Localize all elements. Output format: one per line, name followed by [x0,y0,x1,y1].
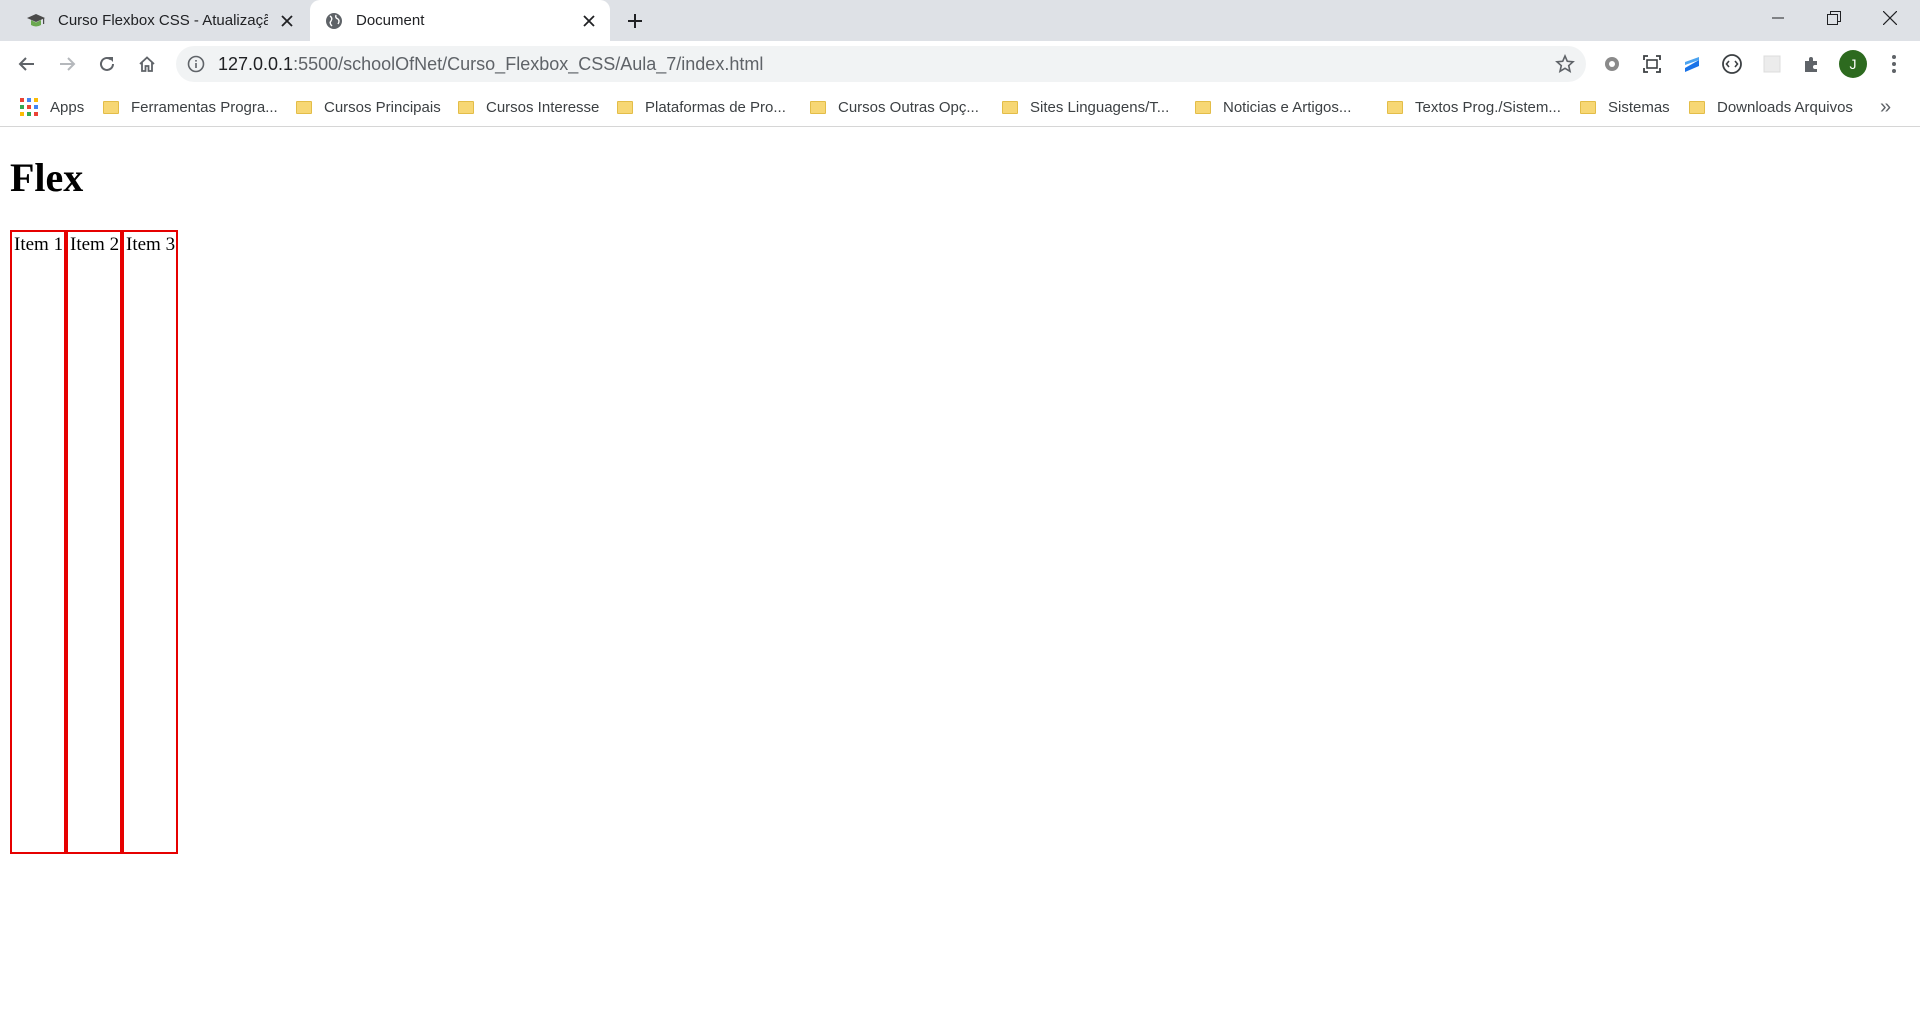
bookmark-folder[interactable]: Downloads Arquivos [1689,87,1853,127]
close-window-button[interactable] [1862,0,1918,36]
address-bar[interactable]: 127.0.0.1:5500/schoolOfNet/Curso_Flexbox… [176,46,1586,82]
bookmark-label: Downloads Arquivos [1717,98,1853,116]
tab-curso-flexbox[interactable]: Curso Flexbox CSS - Atualização [12,0,308,41]
bookmark-label: Sites Linguagens/T... [1030,98,1170,116]
bookmark-folder[interactable]: Cursos Interesse [458,87,599,127]
tab-strip: Curso Flexbox CSS - Atualização Document [0,0,1920,41]
bookmark-label: Sistemas [1608,98,1670,116]
graduation-cap-icon [26,11,46,31]
bookmark-folder[interactable]: Plataformas de Pro... [617,87,786,127]
flex-item: Item 1 [10,230,66,854]
flex-item: Item 3 [122,230,178,854]
new-tab-button[interactable] [622,8,648,34]
extensions-puzzle-icon[interactable] [1798,50,1826,78]
browser-toolbar: 127.0.0.1:5500/schoolOfNet/Curso_Flexbox… [0,41,1920,87]
profile-avatar[interactable]: J [1839,50,1867,78]
minimize-button[interactable] [1750,0,1806,36]
tab-title: Curso Flexbox CSS - Atualização [58,12,268,29]
plus-icon [628,14,642,28]
bookmark-label: Cursos Outras Opç... [838,98,979,116]
back-button[interactable] [11,48,43,80]
flex-container: Item 1 Item 2 Item 3 [10,230,178,854]
reload-button[interactable] [91,48,123,80]
bookmark-label: Cursos Interesse [486,98,600,116]
forward-arrow-icon [60,57,76,71]
close-icon[interactable] [578,10,600,32]
close-icon [1883,11,1897,25]
bookmark-label: Textos Prog./Sistem... [1415,98,1561,116]
bookmark-label: Noticias e Artigos... [1223,98,1352,116]
bookmark-folder[interactable]: Cursos Outras Opç... [810,87,979,127]
extension-blue-icon[interactable] [1678,50,1706,78]
folder-icon [1387,100,1403,114]
bookmark-label: Ferramentas Progra... [131,98,278,116]
menu-kebab-icon[interactable] [1880,50,1908,78]
folder-icon [1195,100,1211,114]
restore-button[interactable] [1806,0,1862,36]
bookmark-folder[interactable]: Cursos Principais [296,87,441,127]
url-text[interactable]: 127.0.0.1:5500/schoolOfNet/Curso_Flexbox… [218,54,763,74]
bookmark-label: Apps [50,98,85,116]
folder-icon [103,100,119,114]
bookmark-apps[interactable]: Apps [20,87,84,127]
bookmark-folder[interactable]: Sites Linguagens/T... [1002,87,1169,127]
bookmark-folder[interactable]: Ferramentas Progra... [103,87,278,127]
page-heading: Flex [10,155,84,200]
bookmarks-bar: Apps Ferramentas Progra... Cursos Princi… [0,87,1920,127]
tab-document[interactable]: Document [310,0,610,41]
bookmark-folder[interactable]: Textos Prog./Sistem... [1387,87,1561,127]
back-arrow-icon [18,57,34,71]
folder-icon [1689,100,1705,114]
bookmark-folder[interactable]: Sistemas [1580,87,1670,127]
url-host: 127.0.0.1 [218,54,294,74]
folder-icon [810,100,826,114]
extension-code-icon[interactable] [1718,50,1746,78]
folder-icon [1002,100,1018,114]
restore-icon [1827,11,1841,25]
extension-screenshot-icon[interactable] [1638,50,1666,78]
bookmark-star-icon[interactable] [1554,53,1576,75]
folder-icon [458,100,474,114]
folder-icon [617,100,633,114]
close-icon[interactable] [276,10,298,32]
globe-icon [324,11,344,31]
bookmarks-overflow-button[interactable]: » [1880,87,1891,127]
bookmark-label: Cursos Principais [324,98,441,116]
reload-icon [100,56,114,71]
extension-gear-icon[interactable] [1598,50,1626,78]
home-icon [139,56,155,72]
extension-blank-icon[interactable] [1758,50,1786,78]
flex-item: Item 2 [66,230,122,854]
bookmark-label: Plataformas de Pro... [645,98,786,116]
minimize-icon [1772,17,1784,19]
forward-button[interactable] [51,48,83,80]
folder-icon [296,100,312,114]
apps-grid-icon [20,98,38,116]
folder-icon [1580,100,1596,114]
home-button[interactable] [131,48,163,80]
info-icon[interactable] [186,54,206,74]
bookmark-folder[interactable]: Noticias e Artigos... [1195,87,1351,127]
tab-title: Document [356,12,425,29]
page-viewport: Flex Item 1 Item 2 Item 3 [0,128,1920,1030]
url-path: :5500/schoolOfNet/Curso_Flexbox_CSS/Aula… [293,54,764,74]
